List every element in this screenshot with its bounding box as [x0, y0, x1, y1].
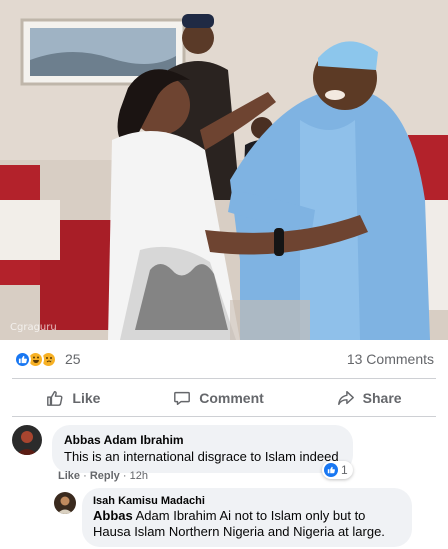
reply-author[interactable]: Isah Kamisu Madachi [93, 494, 401, 508]
comment-reaction-badge[interactable]: 1 [322, 461, 353, 479]
comment-author[interactable]: Abbas Adam Ibrahim [64, 432, 341, 448]
comment-like-link[interactable]: Like [58, 470, 80, 482]
like-icon [324, 463, 338, 477]
reply-bubble: Isah Kamisu Madachi Abbas Adam Ibrahim A… [82, 488, 412, 547]
comment-reaction-count: 1 [341, 463, 348, 477]
comment-reply-link[interactable]: Reply [90, 470, 120, 482]
comments-count-link[interactable]: 13 Comments [347, 351, 434, 367]
like-button-label: Like [72, 390, 101, 406]
share-button-label: Share [362, 390, 402, 406]
avatar[interactable] [12, 425, 42, 455]
divider [12, 416, 436, 417]
meta-separator: · [122, 470, 130, 482]
post-action-bar: Like Comment Share [0, 380, 448, 416]
like-button[interactable]: Like [36, 383, 110, 413]
share-icon [337, 390, 354, 406]
reply-item: Isah Kamisu Madachi Abbas Adam Ibrahim A… [54, 488, 412, 547]
post-photo[interactable]: Cgraguru [0, 0, 448, 340]
post-photo-illustration: Cgraguru [0, 0, 448, 340]
comment-meta: Like · Reply · 12h [58, 470, 148, 482]
comment-bubble: Abbas Adam Ibrahim This is an internatio… [52, 425, 353, 473]
reply-text: Abbas Adam Ibrahim Ai not to Islam only … [93, 508, 401, 540]
comment-icon [174, 391, 191, 406]
comment-text: This is an international disgrace to Isl… [64, 449, 339, 464]
comment-timestamp[interactable]: 12h [130, 470, 148, 482]
svg-text:Cgraguru: Cgraguru [10, 322, 57, 333]
thumbs-up-icon [47, 390, 63, 406]
divider [12, 378, 436, 379]
comment-button-label: Comment [199, 390, 264, 406]
comment-item: Abbas Adam Ibrahim This is an internatio… [12, 425, 353, 473]
reply-mention[interactable]: Abbas [93, 508, 133, 523]
comment-button[interactable]: Comment [163, 383, 274, 413]
avatar[interactable] [54, 492, 76, 514]
reaction-icons[interactable]: 25 [14, 350, 81, 368]
share-button[interactable]: Share [327, 383, 412, 413]
like-icon [14, 350, 31, 368]
reactions-summary-bar: 25 13 Comments [0, 340, 448, 378]
reaction-count[interactable]: 25 [65, 351, 81, 367]
meta-separator: · [83, 470, 90, 482]
reply-body: Adam Ibrahim Ai not to Islam only but to… [93, 508, 385, 539]
